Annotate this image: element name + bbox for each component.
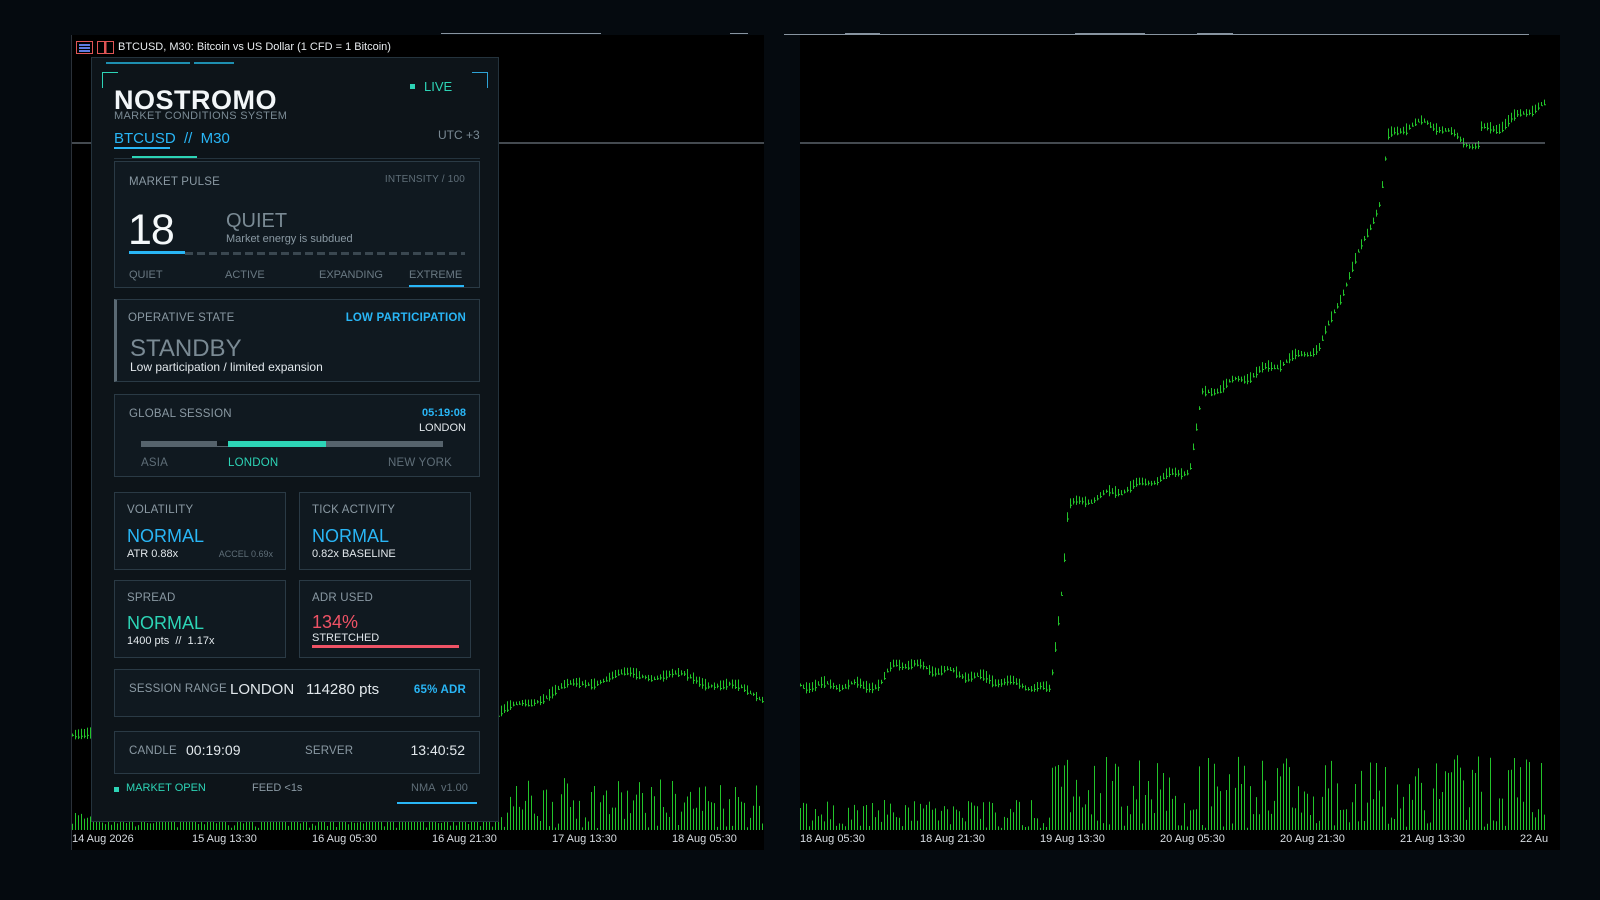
live-label: LIVE xyxy=(424,79,453,94)
market-pulse-card: MARKET PULSE INTENSITY / 100 18 QUIET Ma… xyxy=(114,161,480,288)
brand-subtitle: MARKET CONDITIONS SYSTEM xyxy=(114,110,288,122)
session-active-fill xyxy=(228,441,326,447)
scale-label-extreme: EXTREME xyxy=(409,269,463,281)
tick-activity-detail: 0.82x BASELINE xyxy=(312,548,396,560)
chart-window-right[interactable]: 18 Aug 05:30 18 Aug 21:30 19 Aug 13:30 20 A… xyxy=(800,35,1560,850)
price-bars xyxy=(800,99,1546,694)
range-label: SESSION RANGE xyxy=(129,683,227,695)
time-tick-label: 20 Aug 05:30 xyxy=(1160,833,1225,845)
time-tick-label: 18 Aug 05:30 xyxy=(800,833,865,845)
session-range-card: SESSION RANGE LONDON 114280 pts 65% ADR xyxy=(114,669,480,717)
server-label: SERVER xyxy=(305,745,354,757)
time-tick-label: 20 Aug 21:30 xyxy=(1280,833,1345,845)
time-tick-label: 14 Aug 2026 xyxy=(72,833,134,845)
adr-progress-bar xyxy=(312,645,459,648)
session-label: GLOBAL SESSION xyxy=(129,408,232,420)
pulse-state: QUIET xyxy=(226,210,288,232)
server-time: 13:40:52 xyxy=(410,742,466,758)
time-tick-label: 19 Aug 13:30 xyxy=(1040,833,1105,845)
adr-label: ADR USED xyxy=(312,592,374,604)
time-tick-label: 22 Au xyxy=(1520,833,1549,845)
chart-title-bar: BTCUSD, M30: Bitcoin vs US Dollar (1 CFD… xyxy=(76,39,391,55)
time-axis-left: 14 Aug 2026 15 Aug 13:30 16 Aug 05:30 16 Au… xyxy=(72,830,764,850)
panel-tab-line xyxy=(106,62,190,64)
adr-used-card: ADR USED 134% STRETCHED xyxy=(299,580,471,658)
operative-description: Low participation / limited expansion xyxy=(130,360,323,374)
scale-label-quiet: QUIET xyxy=(129,269,163,281)
clock-card: CANDLE 00:19:09 SERVER 13:40:52 xyxy=(114,731,480,774)
pulse-label: MARKET PULSE xyxy=(129,176,221,188)
symbol-underline xyxy=(114,147,170,149)
session-london: LONDON xyxy=(228,457,279,469)
operative-state: STANDBY xyxy=(130,335,242,362)
intensity-label: INTENSITY / 100 xyxy=(384,174,465,185)
spread-card: SPREAD NORMAL 1400 pts // 1.17x xyxy=(114,580,286,658)
volatility-card: VOLATILITY NORMAL ATR 0.88x ACCEL 0.69x xyxy=(114,492,286,570)
session-time: 05:19:08 xyxy=(421,407,466,419)
spread-label: SPREAD xyxy=(127,592,176,604)
pulse-value-underline xyxy=(129,251,185,254)
pulse-description: Market energy is subdued xyxy=(226,233,353,245)
volatility-state: NORMAL xyxy=(127,526,205,546)
chart-border-line xyxy=(441,33,601,34)
candle-countdown: 00:19:09 xyxy=(186,742,241,758)
symbol-timeframe[interactable]: BTCUSD // M30 xyxy=(114,130,230,147)
time-tick-label: 18 Aug 05:30 xyxy=(672,833,737,845)
nostromo-panel: NOSTROMO MARKET CONDITIONS SYSTEM LIVE B… xyxy=(91,57,499,822)
session-current: LONDON xyxy=(418,422,466,434)
time-tick-label: 15 Aug 13:30 xyxy=(192,833,257,845)
feed-latency: FEED <1s xyxy=(252,782,303,794)
time-tick-label: 18 Aug 21:30 xyxy=(920,833,985,845)
price-chart-right[interactable] xyxy=(800,35,1560,830)
chart-type-icon[interactable] xyxy=(97,40,114,54)
candle-label: CANDLE xyxy=(129,745,177,757)
operative-state-card: OPERATIVE STATE LOW PARTICIPATION STANDB… xyxy=(114,299,480,382)
volatility-label: VOLATILITY xyxy=(127,504,194,516)
tick-activity-state: NORMAL xyxy=(312,526,390,546)
volatility-detail: ATR 0.88x xyxy=(127,548,179,560)
scale-label-expanding: EXPANDING xyxy=(319,269,383,281)
header-divider xyxy=(114,158,480,159)
session-newyork: NEW YORK xyxy=(387,457,452,469)
market-open-dot-icon xyxy=(114,787,119,792)
time-tick-label: 16 Aug 21:30 xyxy=(432,833,497,845)
range-session: LONDON xyxy=(230,681,295,698)
version-label: NMA v1.00 xyxy=(411,782,468,794)
live-dot-icon xyxy=(410,84,415,89)
panel-tab-line xyxy=(194,62,234,64)
chart-menu-icon[interactable] xyxy=(76,40,93,54)
tick-activity-label: TICK ACTIVITY xyxy=(312,504,396,516)
volatility-accel: ACCEL 0.69x xyxy=(218,549,273,559)
scale-label-active: ACTIVE xyxy=(225,269,265,281)
corner-bracket xyxy=(472,72,488,88)
utc-offset: UTC +3 xyxy=(438,128,480,142)
participation-tag: LOW PARTICIPATION xyxy=(345,312,466,324)
spread-state: NORMAL xyxy=(127,613,205,633)
chart-border-line xyxy=(730,33,748,34)
time-tick-label: 21 Aug 13:30 xyxy=(1400,833,1465,845)
market-status: MARKET OPEN xyxy=(126,782,206,794)
tick-activity-card: TICK ACTIVITY NORMAL 0.82x BASELINE xyxy=(299,492,471,570)
global-session-card: GLOBAL SESSION 05:19:08 LONDON ASIA LOND… xyxy=(114,394,480,477)
session-asia: ASIA xyxy=(141,457,169,469)
footer-accent xyxy=(397,802,477,804)
range-adr: 65% ADR xyxy=(413,684,466,696)
live-indicator: LIVE xyxy=(410,79,452,94)
adr-value: 134% xyxy=(312,612,359,632)
time-tick-label: 17 Aug 13:30 xyxy=(552,833,617,845)
time-tick-label: 16 Aug 05:30 xyxy=(312,833,377,845)
volume-bars xyxy=(800,755,1545,830)
header-accent xyxy=(132,156,197,158)
range-points: 114280 pts xyxy=(306,681,380,698)
operative-label: OPERATIVE STATE xyxy=(128,312,235,324)
scale-marker xyxy=(409,285,464,287)
pulse-intensity-track xyxy=(185,252,465,255)
adr-detail: STRETCHED xyxy=(312,632,380,644)
chart-title: BTCUSD, M30: Bitcoin vs US Dollar (1 CFD… xyxy=(118,41,391,53)
spread-detail: 1400 pts // 1.17x xyxy=(127,635,215,647)
time-axis-right: 18 Aug 05:30 18 Aug 21:30 19 Aug 13:30 20 A… xyxy=(800,830,1560,850)
session-gap xyxy=(217,441,228,447)
pulse-value: 18 xyxy=(128,206,175,254)
